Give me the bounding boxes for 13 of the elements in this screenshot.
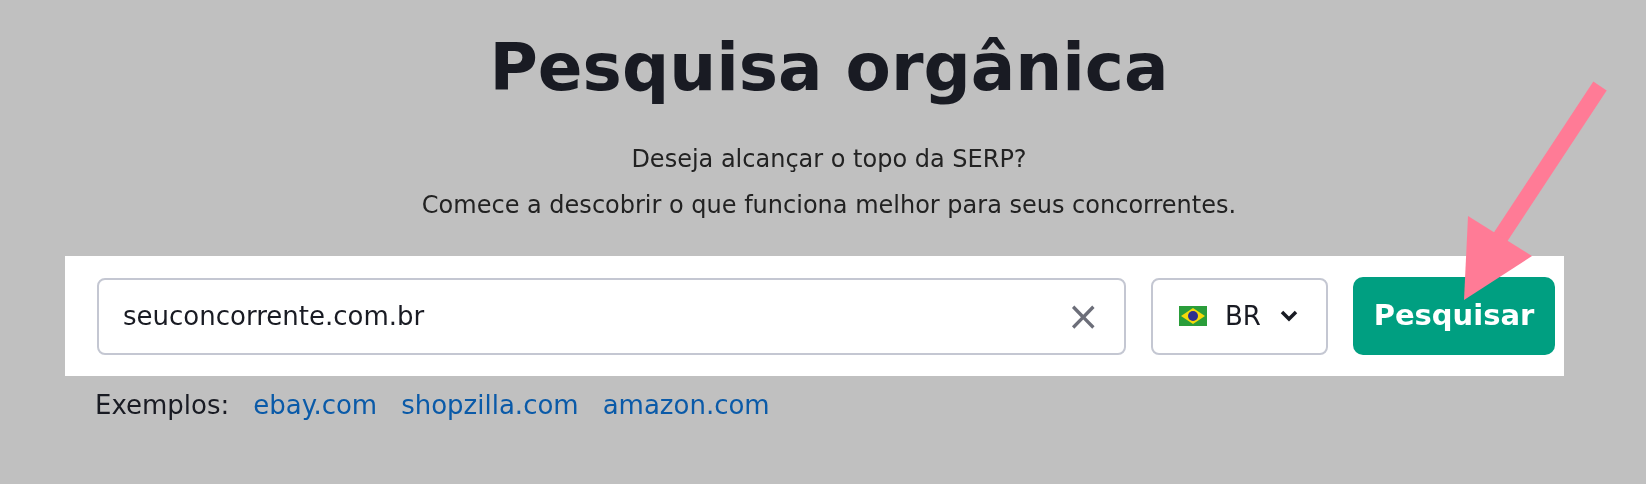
subtitle-line: Comece a descobrir o que funciona melhor para seus concorrentes. bbox=[421, 190, 1237, 221]
country-select[interactable]: BR bbox=[1151, 277, 1328, 355]
examples-label: Exemplos: bbox=[95, 389, 230, 422]
clear-button[interactable]: × bbox=[1066, 296, 1100, 336]
search-button[interactable]: Pesquisar bbox=[1353, 277, 1555, 355]
example-link[interactable]: amazon.com bbox=[602, 386, 770, 425]
example-link[interactable]: shopzilla.com bbox=[401, 386, 579, 425]
page-title: Pesquisa orgânica bbox=[489, 28, 1169, 108]
example-link[interactable]: ebay.com bbox=[253, 386, 378, 425]
chevron-down-icon bbox=[1278, 309, 1299, 323]
domain-field[interactable]: seuconcorrente.com.br × bbox=[97, 277, 1126, 355]
subtitle-line: Deseja alcançar o topo da SERP? bbox=[631, 144, 1027, 175]
flag-icon bbox=[1179, 306, 1207, 326]
